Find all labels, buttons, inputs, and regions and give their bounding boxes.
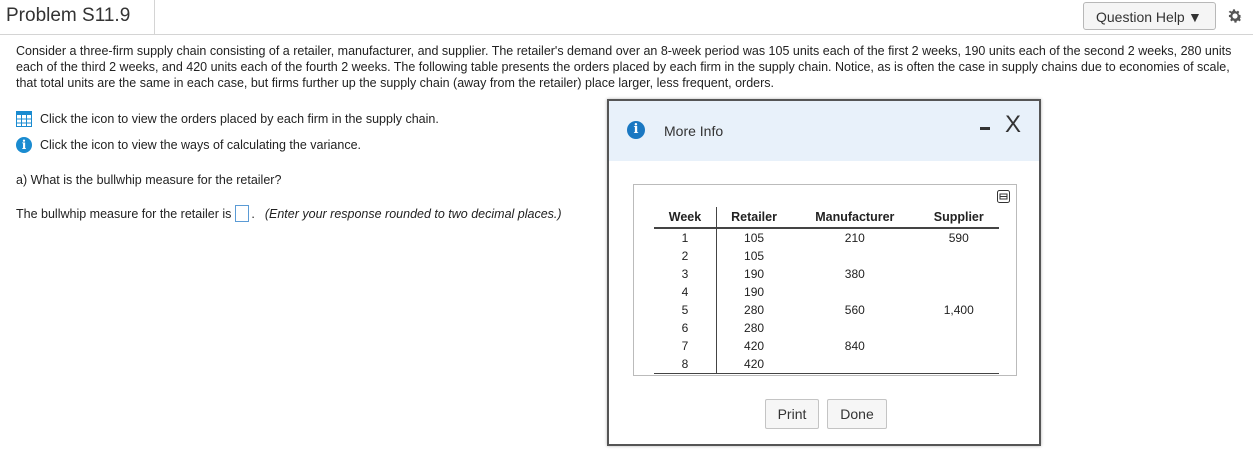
done-button[interactable]: Done bbox=[827, 399, 887, 429]
answer-hint: (Enter your response rounded to two deci… bbox=[264, 206, 562, 221]
table-cell: 840 bbox=[844, 339, 865, 353]
print-button[interactable]: Print bbox=[765, 399, 819, 429]
table-row: 7 420 840 bbox=[654, 337, 999, 355]
table-cell: 190 bbox=[744, 285, 765, 299]
table-grid-icon[interactable] bbox=[16, 111, 32, 127]
orders-table: Week Retailer Manufacturer Supplier 1 10… bbox=[654, 207, 999, 374]
table-cell: 3 bbox=[654, 265, 717, 283]
column-header: Supplier bbox=[918, 207, 999, 229]
table-row: 1 105 210 590 bbox=[654, 228, 999, 247]
table-cell: 280 bbox=[744, 303, 765, 317]
problem-statement: Consider a three-firm supply chain consi… bbox=[16, 44, 1232, 90]
top-bar: Problem S11.9 Question Help ▼ bbox=[0, 0, 1253, 35]
table-row: 5 280 560 1,400 bbox=[654, 301, 999, 319]
table-cell bbox=[919, 283, 1000, 301]
table-cell: 420 bbox=[744, 339, 765, 353]
table-cell bbox=[919, 247, 1000, 265]
dialog-title: More Info bbox=[664, 123, 724, 139]
minimize-icon[interactable] bbox=[980, 127, 990, 130]
table-cell: 8 bbox=[654, 355, 717, 374]
question-help-label: Question Help bbox=[1096, 9, 1185, 25]
variance-info-link-text: Click the icon to view the ways of calcu… bbox=[40, 138, 361, 152]
table-cell bbox=[918, 355, 999, 374]
answer-line: The bullwhip measure for the retailer is… bbox=[16, 205, 562, 222]
question-help-button[interactable]: Question Help ▼ bbox=[1083, 2, 1216, 30]
table-row: 4 190 bbox=[654, 283, 999, 301]
table-header-row: Week Retailer Manufacturer Supplier bbox=[654, 207, 999, 229]
table-cell: 4 bbox=[654, 283, 717, 301]
column-header: Week bbox=[654, 207, 717, 229]
table-cell: 420 bbox=[716, 355, 792, 374]
dialog-header: i More Info X bbox=[609, 101, 1039, 161]
table-row: 8 420 bbox=[654, 355, 999, 374]
table-cell: 2 bbox=[654, 247, 717, 265]
table-cell: 1 bbox=[654, 228, 717, 247]
table-cell bbox=[791, 355, 919, 374]
table-cell: 380 bbox=[844, 267, 865, 281]
table-cell bbox=[791, 247, 918, 265]
orders-table-link[interactable]: Click the icon to view the orders placed… bbox=[16, 111, 439, 127]
title-divider bbox=[154, 0, 155, 34]
page-title: Problem S11.9 bbox=[6, 5, 131, 26]
table-row: 3 190 380 bbox=[654, 265, 999, 283]
answer-prefix: The bullwhip measure for the retailer is bbox=[16, 206, 232, 221]
info-icon[interactable]: i bbox=[16, 137, 32, 153]
orders-table-frame: Week Retailer Manufacturer Supplier 1 10… bbox=[633, 184, 1017, 376]
close-icon[interactable]: X bbox=[1005, 113, 1021, 137]
gear-icon[interactable] bbox=[1226, 7, 1244, 25]
table-cell: 6 bbox=[654, 319, 717, 337]
table-cell: 105 bbox=[744, 231, 765, 245]
answer-input[interactable] bbox=[235, 205, 250, 222]
table-cell: 560 bbox=[844, 303, 865, 317]
answer-suffix: . bbox=[251, 206, 255, 221]
table-cell: 1,400 bbox=[943, 303, 974, 317]
table-cell: 590 bbox=[948, 231, 969, 245]
table-cell bbox=[919, 337, 1000, 355]
table-cell: 5 bbox=[654, 301, 717, 319]
table-cell: 7 bbox=[654, 337, 717, 355]
orders-table-link-text: Click the icon to view the orders placed… bbox=[40, 112, 439, 126]
info-icon: i bbox=[627, 121, 645, 139]
table-cell bbox=[791, 319, 918, 337]
table-row: 2 105 bbox=[654, 247, 999, 265]
table-cell: 210 bbox=[844, 231, 865, 245]
variance-info-link[interactable]: i Click the icon to view the ways of cal… bbox=[16, 137, 361, 153]
more-info-dialog: i More Info X Week Retailer Manufacturer… bbox=[607, 99, 1041, 446]
copy-icon[interactable] bbox=[997, 190, 1010, 203]
table-row: 6 280 bbox=[654, 319, 999, 337]
column-header: Manufacturer bbox=[791, 207, 919, 229]
caret-down-icon: ▼ bbox=[1188, 9, 1202, 25]
table-cell bbox=[919, 319, 1000, 337]
table-cell bbox=[791, 283, 918, 301]
table-cell bbox=[919, 265, 1000, 283]
table-cell: 280 bbox=[744, 321, 765, 335]
table-cell: 190 bbox=[744, 267, 765, 281]
table-cell: 105 bbox=[744, 249, 765, 263]
column-header: Retailer bbox=[716, 207, 792, 229]
question-a: a) What is the bullwhip measure for the … bbox=[16, 173, 282, 187]
